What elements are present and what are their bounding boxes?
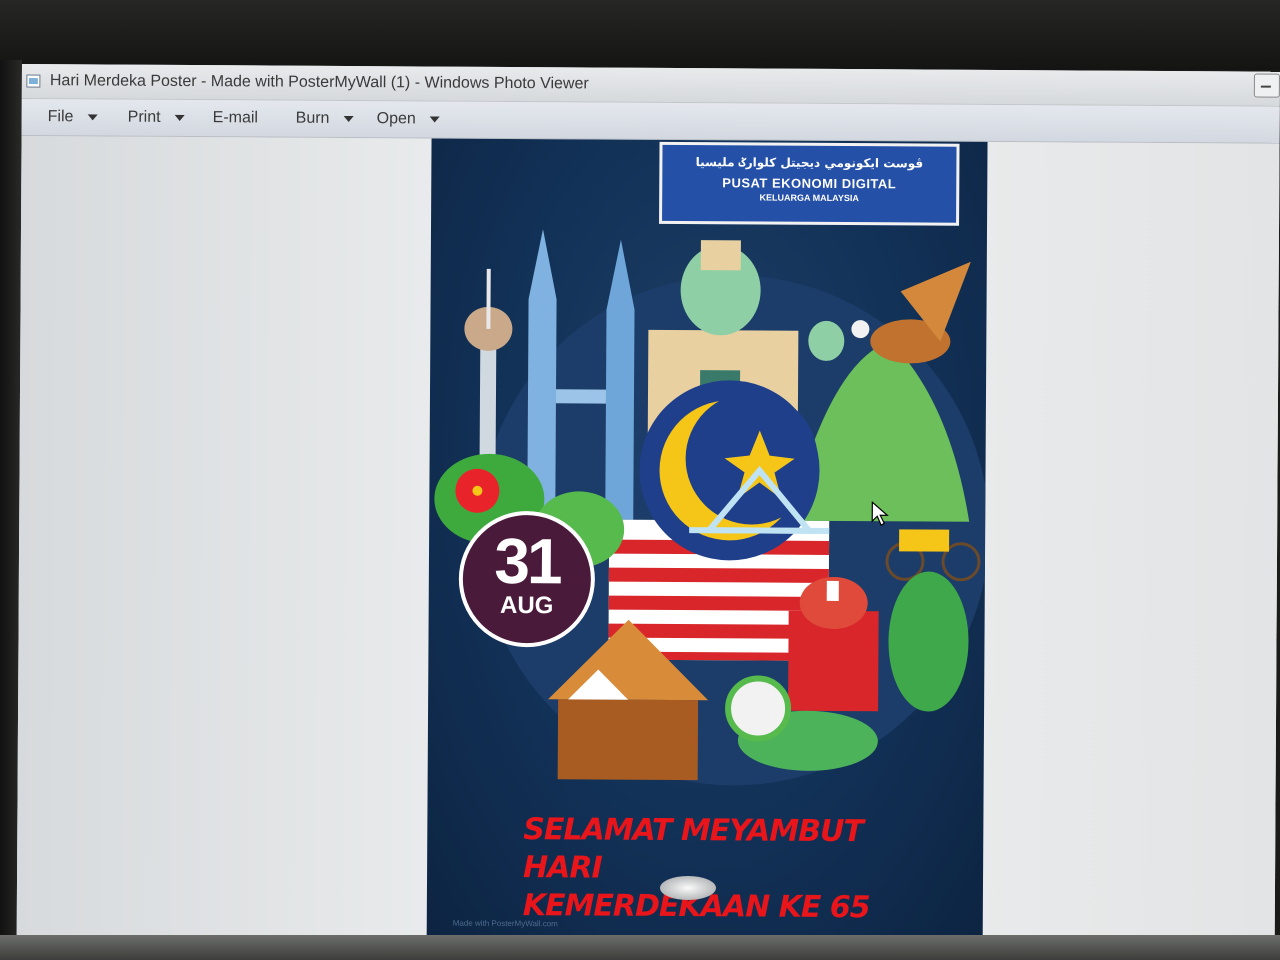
email-button[interactable]: E-mail [213, 109, 258, 127]
greeting-line-1: SELAMAT MEYAMBUT HARI [522, 812, 863, 886]
minimize-button[interactable] [1253, 73, 1280, 98]
banner-title: PUSAT EKONOMI DIGITAL [722, 175, 897, 192]
mouse-cursor-icon [871, 501, 889, 527]
red-church [788, 576, 879, 712]
open-menu[interactable]: Open [377, 110, 440, 128]
monitor-bezel-bottom [0, 935, 1280, 960]
image-viewport[interactable]: ڤوست ايکونومي ديجيتل کلوارݢ مليسيا PUSAT… [16, 135, 1280, 944]
print-menu[interactable]: Print [128, 109, 185, 127]
email-button-label: E-mail [212, 109, 259, 127]
chevron-down-icon [87, 114, 98, 121]
monitor-bezel-top [0, 0, 1280, 70]
date-day: 31 [494, 524, 560, 598]
burn-menu[interactable]: Burn [296, 110, 354, 128]
chevron-down-icon [174, 114, 185, 121]
greeting-text: SELAMAT MEYAMBUT HARI KEMERDEKAAN KE 65 [523, 811, 944, 928]
print-menu-label: Print [127, 108, 161, 126]
file-menu[interactable]: File [48, 108, 98, 126]
banner-subtitle: KELUARGA MALAYSIA [759, 192, 859, 204]
window-title: Hari Merdeka Poster - Made with PosterMy… [49, 72, 589, 93]
date-month: AUG [499, 591, 554, 620]
chevron-down-icon [343, 115, 354, 123]
greeting-line-2: KEMERDEKAAN KE 65 [522, 888, 870, 926]
postermywall-watermark: Made with PosterMyWall.com [452, 918, 558, 929]
navigation-control[interactable] [660, 876, 716, 900]
poster-image: ڤوست ايکونومي ديجيتل کلوارݢ مليسيا PUSAT… [426, 138, 988, 942]
chevron-down-icon [429, 116, 440, 123]
hibiscus-flower [455, 468, 500, 513]
open-menu-label: Open [376, 110, 416, 128]
burn-menu-label: Burn [295, 109, 330, 127]
file-menu-label: File [47, 108, 74, 126]
pusat-ekonomi-digital-banner: ڤوست ايکونومي ديجيتل کلوارݢ مليسيا PUSAT… [659, 141, 960, 226]
banner-jawi-text: ڤوست ايکونومي ديجيتل کلوارݢ مليسيا [695, 155, 924, 171]
photo-viewer-icon [26, 73, 42, 89]
date-badge: 31 AUG [458, 510, 596, 648]
photo-viewer-window: Hari Merdeka Poster - Made with PosterMy… [16, 64, 1280, 944]
